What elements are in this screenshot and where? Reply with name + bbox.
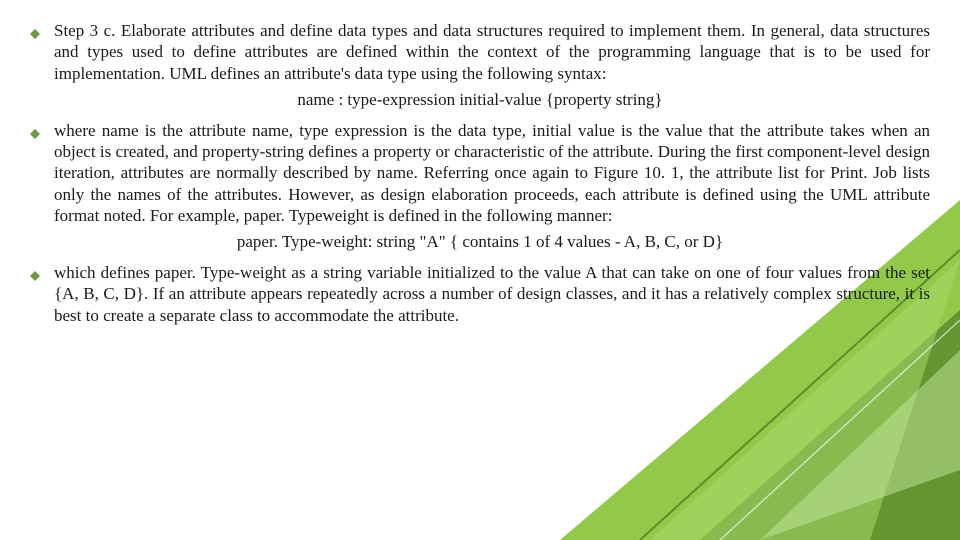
diamond-icon [30,126,40,136]
content-area: Step 3 c. Elaborate attributes and defin… [30,20,930,332]
example-line: paper. Type-weight: string "A" { contain… [30,232,930,252]
bullet-item: which defines paper. Type-weight as a st… [30,262,930,326]
bullet-text: Step 3 c. Elaborate attributes and defin… [54,20,930,84]
bullet-text: where name is the attribute name, type e… [54,120,930,226]
diamond-icon [30,26,40,36]
slide: Step 3 c. Elaborate attributes and defin… [0,0,960,540]
syntax-line: name : type-expression initial-value {pr… [30,90,930,110]
bullet-item: where name is the attribute name, type e… [30,120,930,226]
bullet-text: which defines paper. Type-weight as a st… [54,262,930,326]
diamond-icon [30,268,40,278]
bullet-item: Step 3 c. Elaborate attributes and defin… [30,20,930,84]
